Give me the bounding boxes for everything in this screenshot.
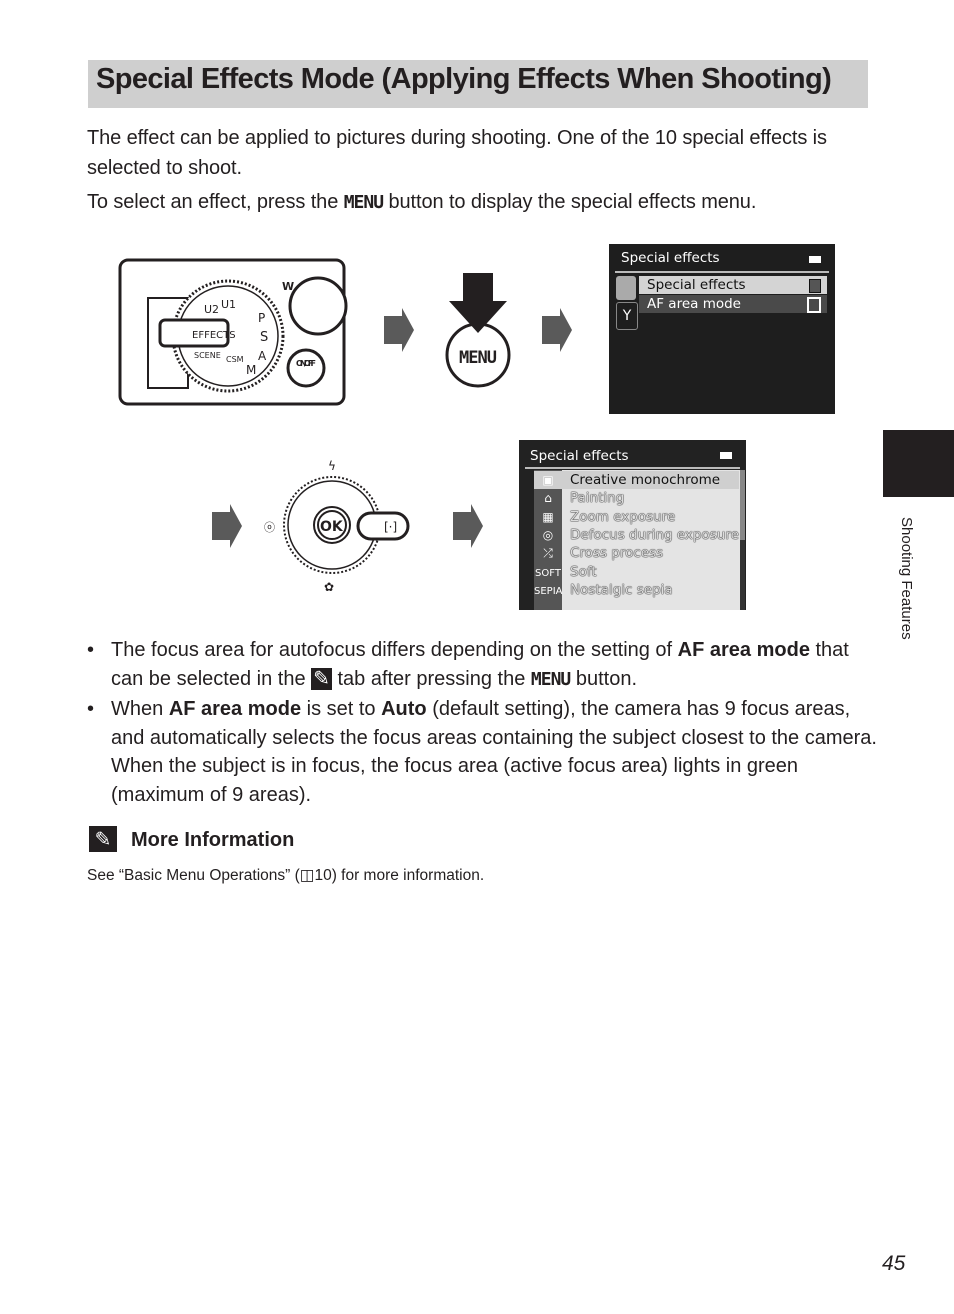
scrollbar-thumb[interactable]: [740, 470, 745, 540]
camera-screen-special-effects: Special effects ▣ Creative monochrome ⌂ Pai…: [519, 440, 746, 610]
effect-menu-item[interactable]: ⌂ Painting: [534, 489, 739, 507]
setting-name: AF area mode: [677, 639, 810, 661]
bullet-item: When AF area mode is set to Auto (defaul…: [87, 695, 877, 809]
effect-icon: ⤮: [543, 546, 553, 561]
arrow-right-icon: [453, 504, 483, 548]
camera-top-illustration: EFFECTS U1 U2 S A M P SCENE CSM W ON/OFF: [118, 258, 348, 406]
effect-label: Cross process: [570, 545, 664, 562]
effect-icon: SOFT: [535, 567, 561, 579]
text: To select an effect, press the: [87, 191, 344, 213]
effect-icon: ▣: [542, 473, 554, 487]
bullet-item: The focus area for autofocus differs dep…: [87, 636, 877, 694]
dial-u2-label: U2: [204, 303, 219, 316]
dial-u1-label: U1: [221, 298, 236, 311]
dial-effects-label: EFFECTS: [192, 330, 236, 341]
menu-button-press-illustration: MENU: [445, 273, 511, 388]
section-side-label: Shooting Features: [898, 517, 915, 640]
effect-label: Soft: [570, 563, 597, 580]
arrow-right-icon: [542, 308, 572, 352]
effect-menu-item[interactable]: ⤮ Cross process: [534, 544, 739, 562]
arrow-right-icon: [212, 504, 242, 548]
svg-text:ϟ: ϟ: [328, 459, 336, 473]
effect-label: Nostalgic sepia: [570, 581, 673, 598]
row-label: Special effects: [647, 277, 746, 293]
svg-text:✿: ✿: [324, 580, 334, 594]
dial-a-label: A: [258, 349, 267, 363]
dial-scene-label: SCENE: [194, 351, 221, 360]
setting-value: Auto: [381, 698, 427, 720]
effect-menu-item[interactable]: ◎ Defocus during exposure: [534, 526, 739, 544]
svg-text:[·]: [·]: [384, 520, 397, 534]
section-tab-marker: [883, 430, 954, 497]
page-reference-link[interactable]: 10) for more information.: [314, 867, 484, 884]
text: When: [111, 698, 169, 720]
intro-paragraph: The effect can be applied to pictures du…: [87, 127, 827, 179]
screen-title: Special effects: [621, 250, 720, 266]
bullet-list: The focus area for autofocus differs dep…: [87, 636, 877, 810]
shooting-tab-icon: [616, 276, 636, 300]
effect-menu-item[interactable]: SOFT Soft: [534, 563, 739, 581]
menu-button-label: MENU: [459, 348, 497, 368]
intro-instruction: To select an effect, press the MENU butt…: [87, 187, 877, 218]
effect-menu-item[interactable]: ▦ Zoom exposure: [534, 508, 739, 526]
effect-label: Creative monochrome: [570, 472, 721, 488]
multi-selector-illustration: ϟ ⓞ ✿ OK [·]: [264, 459, 410, 594]
divider: [615, 271, 829, 273]
effect-label: Defocus during exposure: [570, 526, 739, 543]
setup-tab-icon: Y: [616, 302, 638, 330]
page-number: 45: [882, 1252, 906, 1275]
scrollbar[interactable]: [740, 470, 745, 610]
zoom-w-label: W: [282, 280, 294, 293]
ok-button-label: OK: [320, 519, 344, 535]
text: See “Basic Menu Operations” (: [87, 867, 300, 884]
dial-m-label: M: [246, 363, 256, 377]
setting-name: AF area mode: [168, 698, 302, 720]
effect-label: Painting: [570, 490, 625, 507]
menu-row-af-area-mode[interactable]: AF area mode: [639, 295, 827, 313]
screen-title: Special effects: [530, 448, 629, 464]
text: The focus area for autofocus differs dep…: [111, 639, 678, 661]
note-title: More Information: [131, 829, 295, 851]
battery-icon: [809, 256, 821, 263]
dial-s-label: S: [260, 330, 268, 345]
dial-csm-label: CSM: [226, 355, 244, 364]
divider: [525, 467, 740, 469]
effect-icon: ⌂: [544, 491, 552, 506]
effect-icon: ◎: [542, 527, 554, 542]
creative-monochrome-icon: [809, 279, 821, 293]
shooting-tab-icon: ✎: [311, 667, 332, 690]
arrow-right-icon: [384, 308, 414, 352]
text: button to display the special effects me…: [383, 191, 757, 213]
power-button-label: ON/OFF: [296, 359, 316, 368]
menu-button-glyph: MENU: [530, 668, 571, 690]
manual-page: Special Effects Mode (Applying Effects W…: [0, 0, 954, 1314]
effect-menu-item[interactable]: SEPIA Nostalgic sepia: [534, 581, 739, 599]
camera-screen-menu: Special effects Y Special effects AF are…: [609, 244, 835, 414]
text: button.: [570, 667, 637, 690]
dial-p-label: P: [258, 311, 265, 325]
book-reference-icon: ◫: [299, 867, 315, 884]
title-bar: Special Effects Mode (Applying Effects W…: [88, 60, 868, 108]
effect-menu-item[interactable]: ▣ Creative monochrome: [534, 471, 739, 489]
note-text: See “Basic Menu Operations” (◫10) for mo…: [87, 866, 484, 885]
text: tab after pressing the: [331, 667, 531, 690]
menu-button-glyph: MENU: [343, 192, 384, 213]
effect-icon: SEPIA: [534, 585, 563, 597]
paperclip-note-icon: ✎: [89, 826, 117, 852]
effect-icon: ▦: [542, 509, 554, 524]
menu-row-special-effects[interactable]: Special effects: [639, 276, 827, 294]
battery-icon: [720, 452, 732, 459]
af-area-icon: [807, 297, 821, 313]
text: is set to: [301, 698, 382, 720]
page-title: Special Effects Mode (Applying Effects W…: [96, 63, 832, 95]
svg-text:ⓞ: ⓞ: [264, 521, 275, 534]
row-label: AF area mode: [647, 296, 741, 312]
effect-label: Zoom exposure: [570, 508, 676, 525]
